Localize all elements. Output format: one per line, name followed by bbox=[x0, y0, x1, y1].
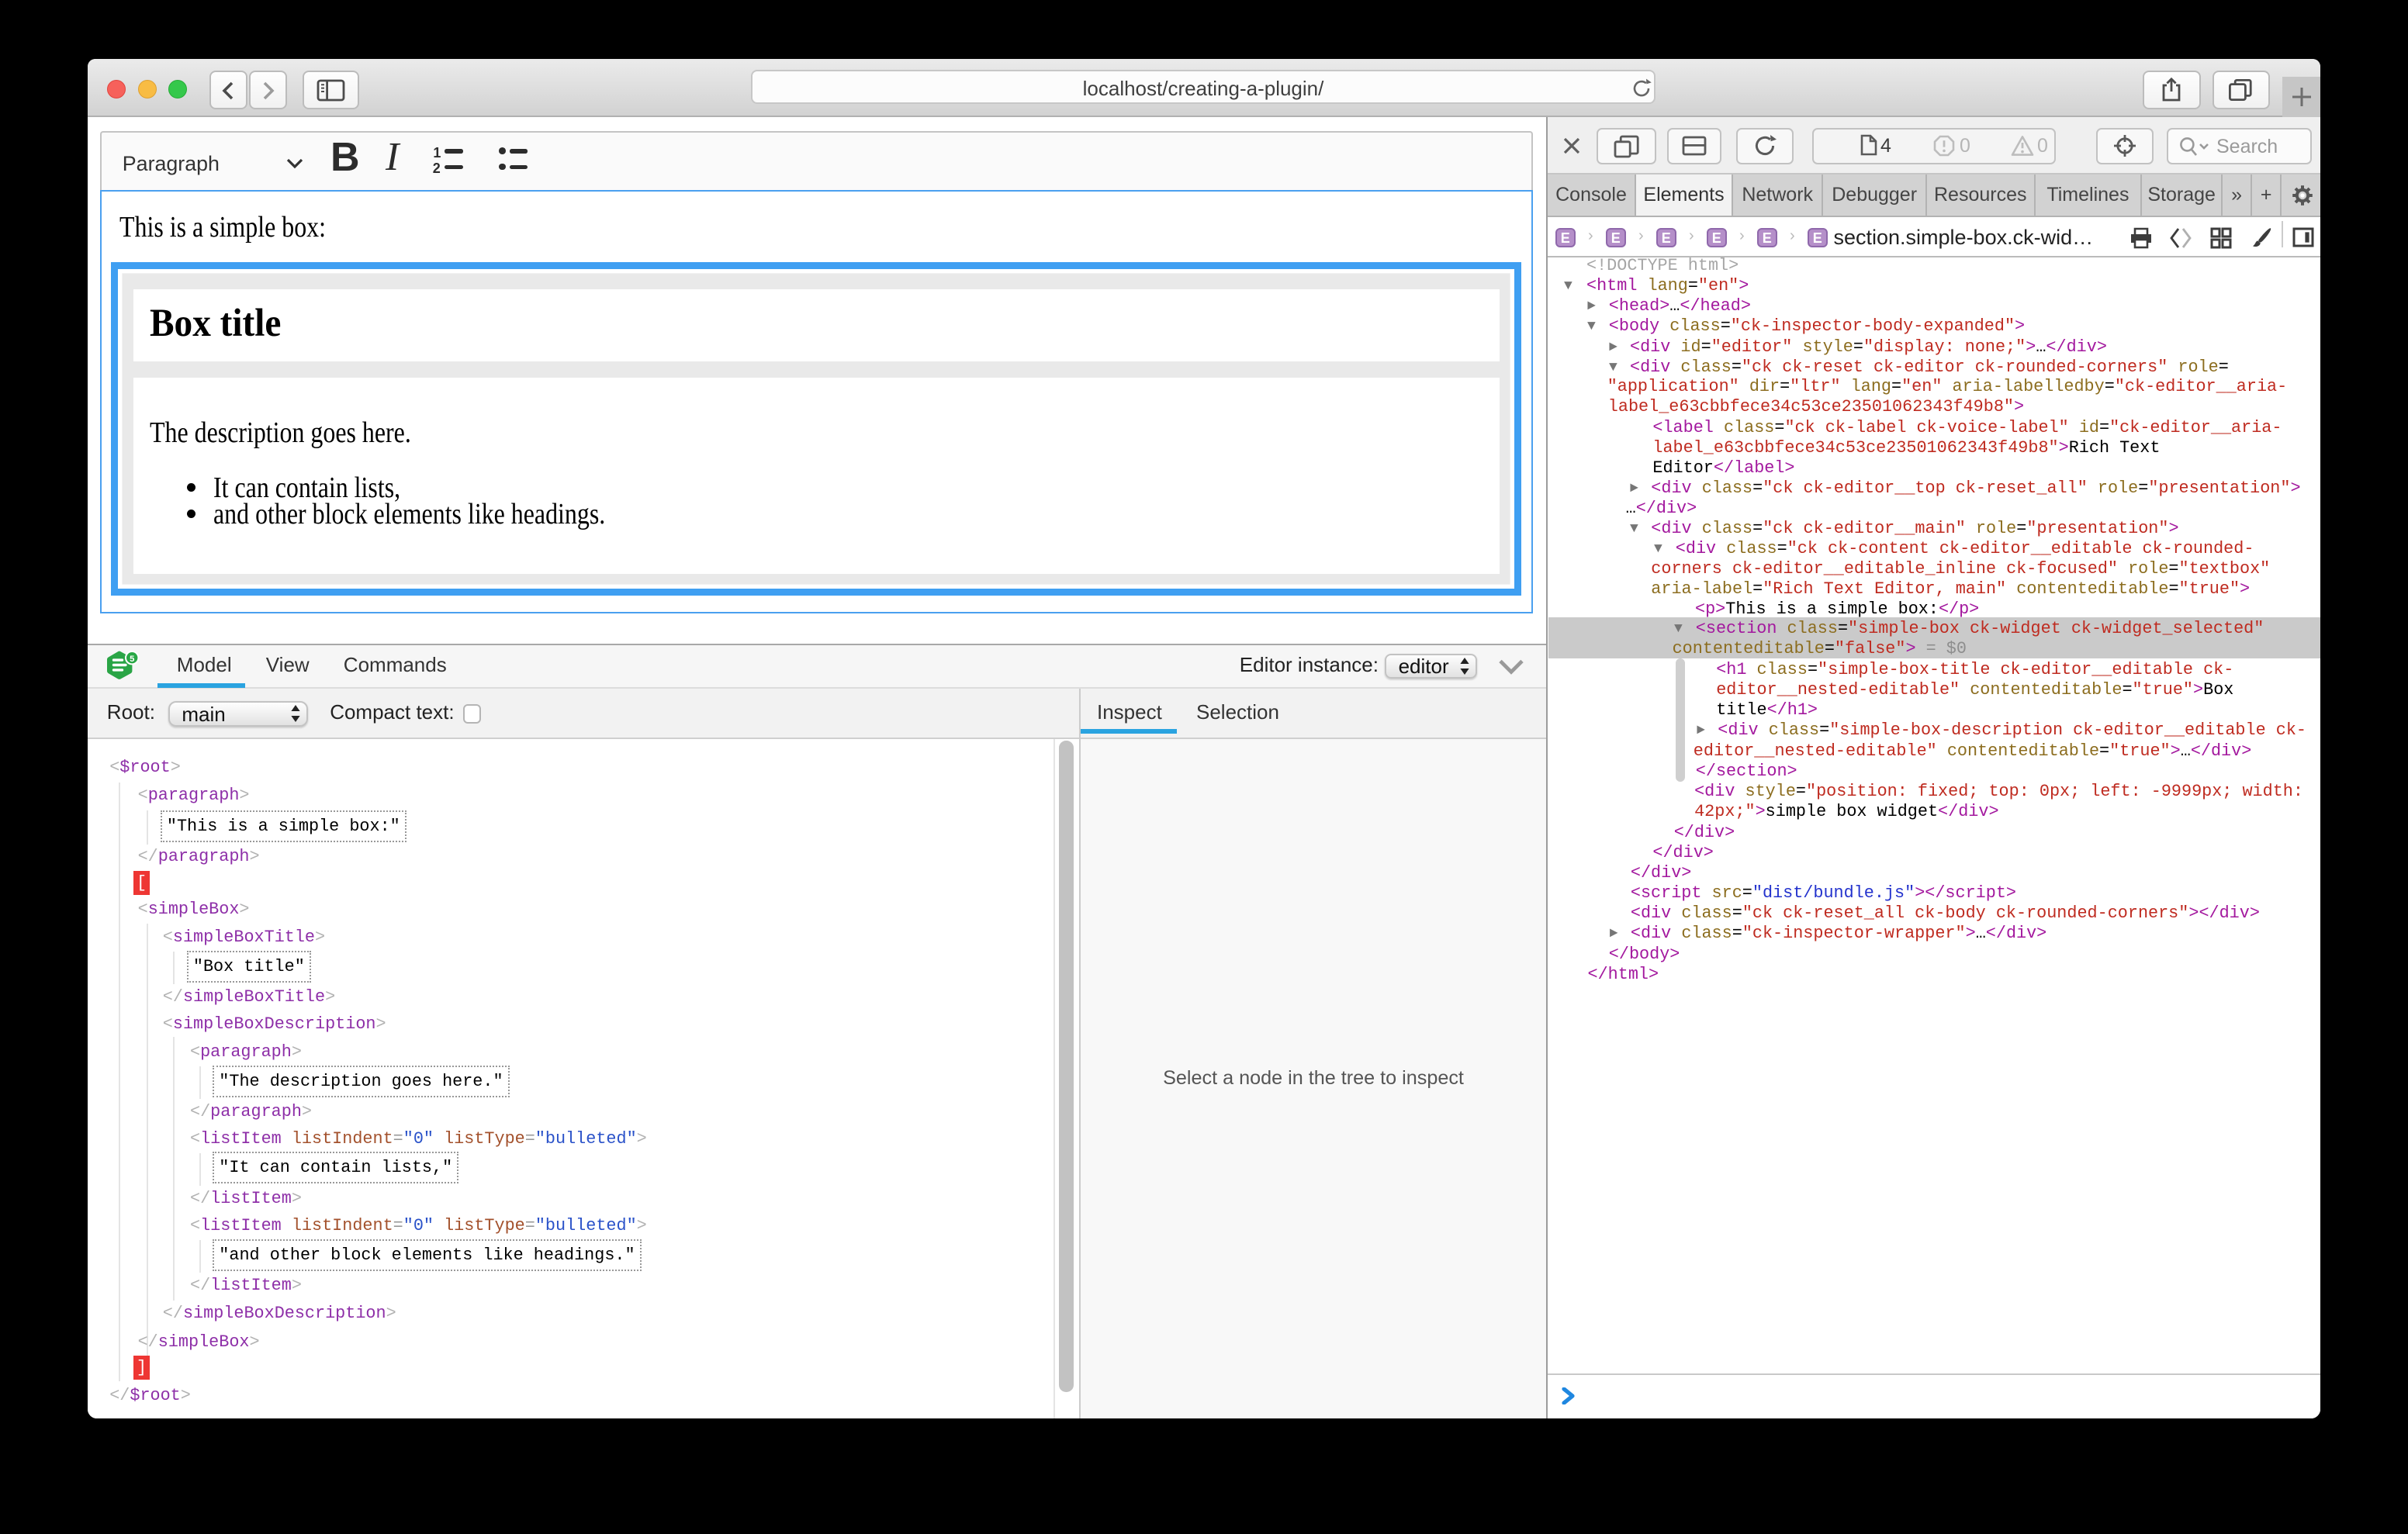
svg-text:5: 5 bbox=[130, 655, 134, 664]
